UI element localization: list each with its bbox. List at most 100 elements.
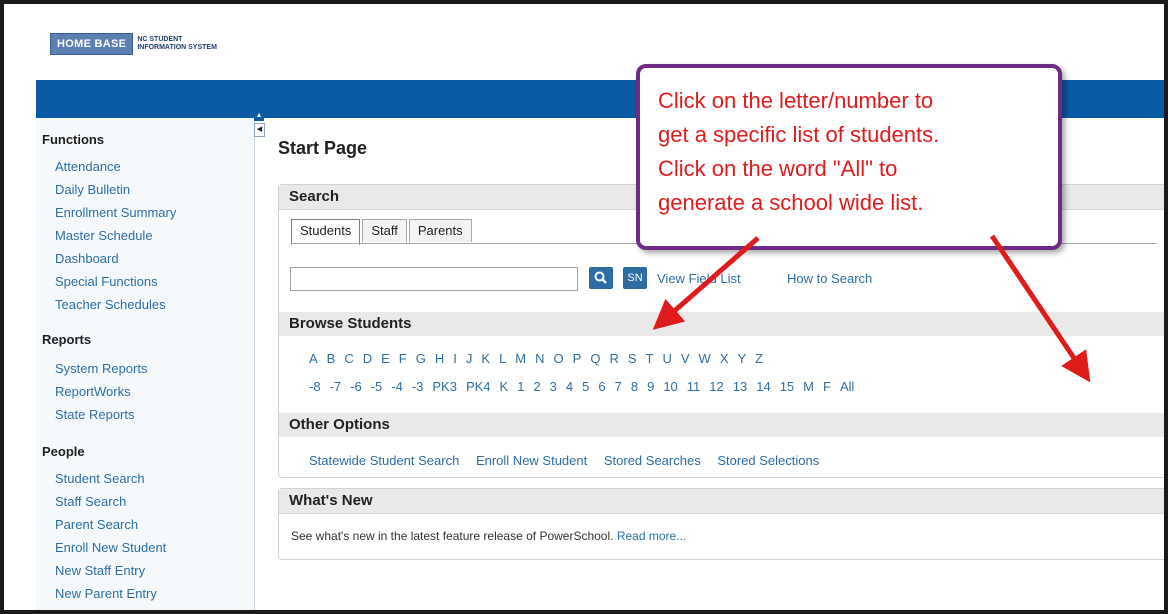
browse-letter-p[interactable]: P <box>573 351 582 366</box>
browse-grade-m[interactable]: M <box>803 379 814 394</box>
browse-grade-neg4[interactable]: -4 <box>391 379 403 394</box>
browse-letter-a[interactable]: A <box>309 351 318 366</box>
browse-letter-o[interactable]: O <box>554 351 564 366</box>
browse-grade-13[interactable]: 13 <box>733 379 747 394</box>
browse-grade-12[interactable]: 12 <box>709 379 723 394</box>
other-options-heading: Other Options <box>279 413 1164 437</box>
sn-button[interactable]: SN <box>623 267 647 289</box>
browse-grade-7[interactable]: 7 <box>615 379 622 394</box>
browse-letter-r[interactable]: R <box>609 351 618 366</box>
sidebar-item-teacher-schedules[interactable]: Teacher Schedules <box>55 297 166 312</box>
stored-selections-link[interactable]: Stored Selections <box>717 453 819 468</box>
browse-grade-pk4[interactable]: PK4 <box>466 379 491 394</box>
collapse-left-icon[interactable]: ◀ <box>254 123 265 137</box>
browse-grade-f[interactable]: F <box>823 379 831 394</box>
browse-grade-2[interactable]: 2 <box>533 379 540 394</box>
logo-subtitle-line2: INFORMATION SYSTEM <box>137 44 217 51</box>
how-to-search-link[interactable]: How to Search <box>787 271 872 286</box>
browse-grade-1[interactable]: 1 <box>517 379 524 394</box>
sidebar-item-system-reports[interactable]: System Reports <box>55 361 147 376</box>
logo-subtitle: NC STUDENT INFORMATION SYSTEM <box>137 36 217 52</box>
read-more-link[interactable]: Read more... <box>617 529 686 543</box>
browse-letter-e[interactable]: E <box>381 351 390 366</box>
sidebar-item-state-reports[interactable]: State Reports <box>55 407 135 422</box>
logo-badge: HOME BASE <box>50 33 134 55</box>
browse-grade-11[interactable]: 11 <box>687 379 701 394</box>
browse-letter-j[interactable]: J <box>466 351 473 366</box>
browse-grade-neg3[interactable]: -3 <box>412 379 424 394</box>
browse-letter-c[interactable]: C <box>344 351 353 366</box>
tab-parents[interactable]: Parents <box>408 219 472 242</box>
browse-letter-b[interactable]: B <box>327 351 336 366</box>
browse-letters: ABCDEFGHIJKLMNOPQRSTUVWXYZ <box>309 351 772 366</box>
search-button[interactable] <box>589 267 613 289</box>
browse-grade-9[interactable]: 9 <box>647 379 654 394</box>
view-field-list-link[interactable]: View Field List <box>657 271 741 286</box>
collapse-up-icon[interactable]: ▲ <box>254 110 264 121</box>
sidebar-item-new-staff-entry[interactable]: New Staff Entry <box>55 563 145 578</box>
whats-new-description: See what's new in the latest feature rel… <box>291 529 614 543</box>
sidebar-item-new-parent-entry[interactable]: New Parent Entry <box>55 586 157 601</box>
browse-letter-y[interactable]: Y <box>737 351 746 366</box>
browse-grade-3[interactable]: 3 <box>550 379 557 394</box>
sidebar-heading-reports: Reports <box>42 332 92 347</box>
browse-letter-z[interactable]: Z <box>755 351 763 366</box>
browse-grade-8[interactable]: 8 <box>631 379 638 394</box>
browse-grade-14[interactable]: 14 <box>756 379 770 394</box>
search-input[interactable] <box>290 267 578 291</box>
browse-letter-w[interactable]: W <box>699 351 711 366</box>
sidebar-item-reportworks[interactable]: ReportWorks <box>55 384 131 399</box>
tab-staff[interactable]: Staff <box>362 219 407 242</box>
browse-letter-i[interactable]: I <box>453 351 457 366</box>
browse-letter-v[interactable]: V <box>681 351 690 366</box>
browse-grade-neg5[interactable]: -5 <box>371 379 383 394</box>
browse-grade-6[interactable]: 6 <box>598 379 605 394</box>
sidebar-item-daily-bulletin[interactable]: Daily Bulletin <box>55 182 130 197</box>
sidebar-item-parent-search[interactable]: Parent Search <box>55 517 138 532</box>
browse-grade-4[interactable]: 4 <box>566 379 573 394</box>
sidebar-item-master-schedule[interactable]: Master Schedule <box>55 228 153 243</box>
search-icon <box>594 271 607 284</box>
browse-letter-l[interactable]: L <box>499 351 506 366</box>
browse-grade-15[interactable]: 15 <box>780 379 794 394</box>
browse-grade-neg7[interactable]: -7 <box>330 379 342 394</box>
browse-letter-d[interactable]: D <box>363 351 372 366</box>
sidebar-item-special-functions[interactable]: Special Functions <box>55 274 158 289</box>
browse-letter-h[interactable]: H <box>435 351 444 366</box>
browse-grade-k[interactable]: K <box>500 379 509 394</box>
annotation-callout: Click on the letter/number to get a spec… <box>636 64 1062 250</box>
browse-letter-s[interactable]: S <box>628 351 637 366</box>
browse-letter-g[interactable]: G <box>416 351 426 366</box>
enroll-new-student-link[interactable]: Enroll New Student <box>476 453 587 468</box>
browse-letter-f[interactable]: F <box>399 351 407 366</box>
browse-letter-m[interactable]: M <box>515 351 526 366</box>
browse-letter-t[interactable]: T <box>646 351 654 366</box>
browse-students-heading: Browse Students <box>279 312 1164 336</box>
browse-letter-k[interactable]: K <box>481 351 490 366</box>
sidebar-item-attendance[interactable]: Attendance <box>55 159 121 174</box>
browse-grade-5[interactable]: 5 <box>582 379 589 394</box>
logo-subtitle-line1: NC STUDENT <box>137 36 183 43</box>
browse-letter-x[interactable]: X <box>720 351 729 366</box>
sidebar-item-dashboard[interactable]: Dashboard <box>55 251 119 266</box>
statewide-student-search-link[interactable]: Statewide Student Search <box>309 453 459 468</box>
browse-letter-q[interactable]: Q <box>590 351 600 366</box>
sidebar-heading-people: People <box>42 444 85 459</box>
browse-grade-pk3[interactable]: PK3 <box>432 379 457 394</box>
stored-searches-link[interactable]: Stored Searches <box>604 453 701 468</box>
logo[interactable]: HOME BASE NC STUDENT INFORMATION SYSTEM <box>50 29 217 59</box>
browse-grades: -8 -7 -6 -5 -4 -3 PK3 PK4 K 1 2 3 4 5 6 7 8 9 10 11 12 13 14 15… <box>309 379 863 394</box>
browse-grade-all[interactable]: All <box>840 379 854 394</box>
whats-new-text: See what's new in the latest feature rel… <box>291 529 686 543</box>
sidebar-item-enrollment-summary[interactable]: Enrollment Summary <box>55 205 176 220</box>
browse-letter-u[interactable]: U <box>662 351 671 366</box>
sidebar-item-student-search[interactable]: Student Search <box>55 471 145 486</box>
browse-grade-10[interactable]: 10 <box>663 379 677 394</box>
page-title: Start Page <box>278 138 368 158</box>
sidebar-item-enroll-new-student[interactable]: Enroll New Student <box>55 540 166 555</box>
tab-students[interactable]: Students <box>291 219 361 245</box>
browse-letter-n[interactable]: N <box>535 351 544 366</box>
browse-grade-neg8[interactable]: -8 <box>309 379 321 394</box>
sidebar-item-staff-search[interactable]: Staff Search <box>55 494 126 509</box>
browse-grade-neg6[interactable]: -6 <box>350 379 362 394</box>
